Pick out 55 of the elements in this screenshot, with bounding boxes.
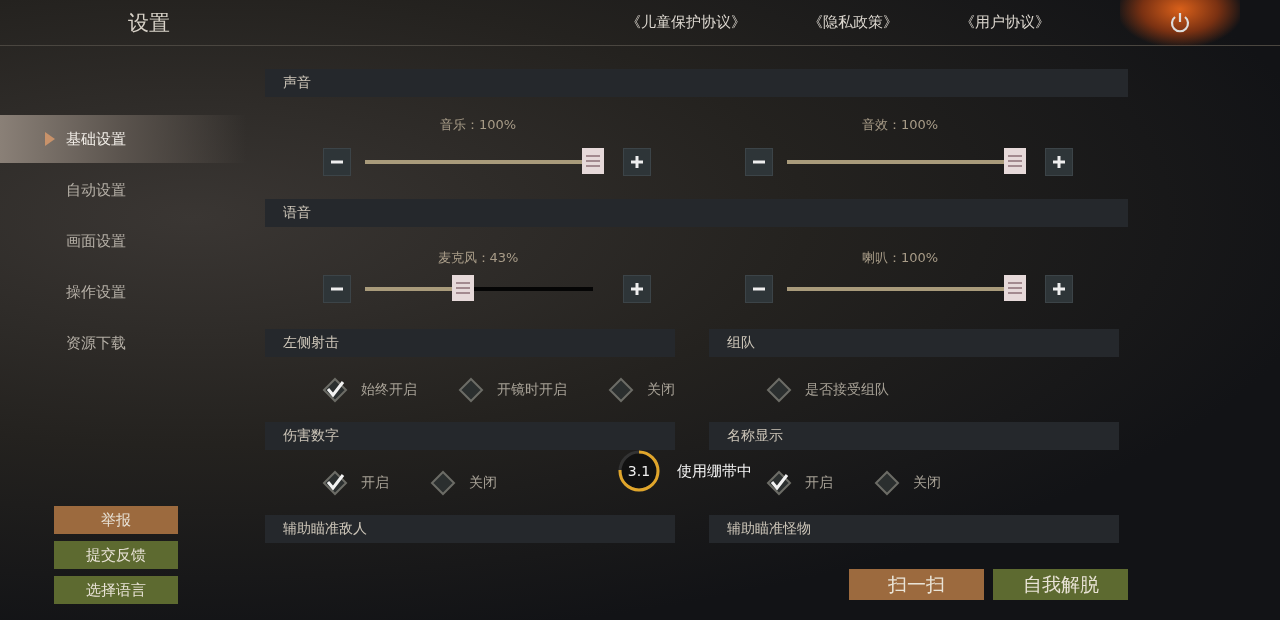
countdown-text: 3.1 (627, 464, 651, 478)
slider-thumb[interactable] (452, 275, 475, 301)
slider-label: 音乐：100% (438, 116, 518, 134)
slider-thumb[interactable] (582, 148, 604, 174)
decrease-button[interactable] (745, 148, 773, 176)
decrease-button[interactable] (745, 275, 773, 303)
slider-thumb[interactable] (1004, 275, 1026, 301)
action-button[interactable]: 扫一扫 (849, 569, 984, 600)
triangle-icon (45, 132, 55, 146)
decrease-button[interactable] (323, 148, 351, 176)
section-title: 语音 (283, 204, 311, 222)
agreement-link[interactable]: 《儿童保护协议》 (626, 13, 746, 32)
side-button[interactable]: 提交反馈 (54, 541, 178, 569)
agreement-link[interactable]: 《隐私政策》 (808, 13, 898, 32)
progress-ring (617, 449, 661, 493)
option-checkbox[interactable]: 始终开启 (321, 375, 417, 404)
section-title: 辅助瞄准敌人 (283, 520, 367, 538)
option-checkbox[interactable]: 关闭 (607, 375, 675, 404)
section-title: 左侧射击 (283, 334, 339, 352)
section-title: 伤害数字 (283, 427, 339, 445)
plus-icon (631, 156, 643, 168)
sidebar-tab[interactable]: 操作设置 (0, 268, 246, 316)
option-checkbox[interactable]: 开启 (765, 468, 833, 497)
sidebar-tab[interactable]: 画面设置 (0, 217, 246, 265)
slider-label: 喇叭：100% (860, 249, 940, 267)
section-title: 声音 (283, 74, 311, 92)
increase-button[interactable] (1045, 275, 1073, 303)
increase-button[interactable] (623, 275, 651, 303)
agreement-link[interactable]: 《用户协议》 (960, 13, 1050, 32)
sidebar-tab[interactable]: 资源下载 (0, 319, 246, 367)
section-title: 辅助瞄准怪物 (727, 520, 811, 538)
plus-icon (1053, 283, 1065, 295)
slider-label: 音效：100% (860, 116, 940, 134)
side-button[interactable]: 选择语言 (54, 576, 178, 604)
increase-button[interactable] (623, 148, 651, 176)
plus-icon (1053, 156, 1065, 168)
increase-button[interactable] (1045, 148, 1073, 176)
section-title: 名称显示 (727, 427, 783, 445)
option-checkbox[interactable]: 开启 (321, 468, 389, 497)
page-title: 设置 (128, 9, 170, 37)
option-checkbox[interactable]: 开镜时开启 (457, 375, 567, 404)
slider-label: 麦克风：43% (436, 249, 520, 267)
option-checkbox[interactable]: 关闭 (429, 468, 497, 497)
decrease-button[interactable] (323, 275, 351, 303)
power-button[interactable] (1120, 0, 1240, 46)
status-text: 使用绷带中 (677, 461, 752, 481)
plus-icon (631, 283, 643, 295)
power-icon (1168, 10, 1192, 35)
section-title: 组队 (727, 334, 755, 352)
option-checkbox[interactable]: 关闭 (873, 468, 941, 497)
side-button[interactable]: 举报 (54, 506, 178, 534)
sidebar-tab[interactable]: 自动设置 (0, 166, 246, 214)
action-button[interactable]: 自我解脱 (993, 569, 1128, 600)
option-checkbox[interactable]: 是否接受组队 (765, 375, 889, 404)
slider-thumb[interactable] (1004, 148, 1026, 174)
